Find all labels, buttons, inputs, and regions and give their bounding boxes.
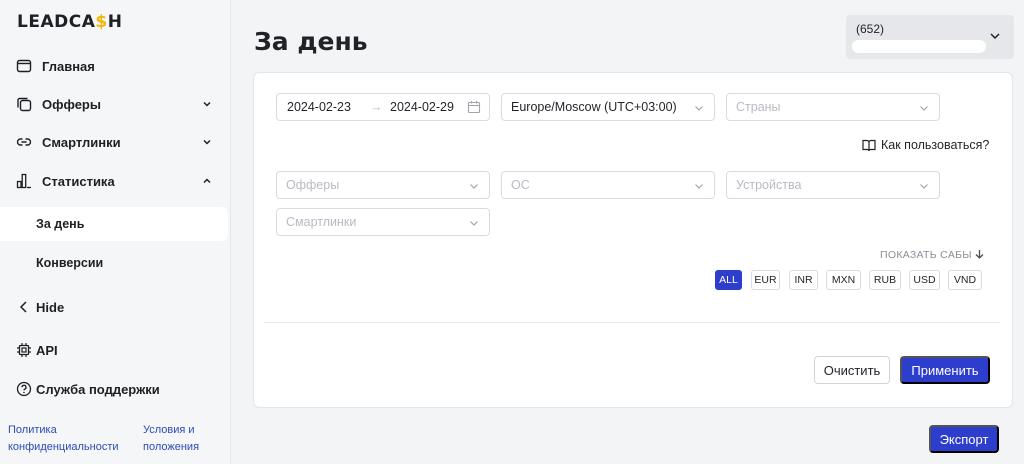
currency-inr[interactable]: INR (789, 270, 818, 290)
copy-icon (17, 97, 32, 112)
offers-placeholder: Офферы (286, 178, 340, 192)
chevron-down-icon (920, 106, 928, 111)
chevron-down-icon (695, 184, 703, 189)
filter-panel (253, 72, 1013, 408)
window-icon (16, 59, 32, 73)
chevron-down-icon (695, 106, 703, 111)
terms-line2: положения (143, 441, 200, 453)
countries-placeholder: Страны (736, 100, 781, 114)
chevron-down-icon (990, 33, 1000, 40)
terms-link[interactable]: Условия и положения (143, 422, 199, 456)
currency-usd[interactable]: USD (909, 270, 940, 290)
sidebar-item-api[interactable]: API (0, 333, 228, 367)
sidebar-subitem-conversions[interactable]: Конверсии (0, 246, 228, 280)
sidebar-item-label: Офферы (42, 96, 101, 112)
sidebar-item-label: Статистика (42, 173, 115, 189)
clear-button[interactable]: Очистить (814, 356, 890, 384)
privacy-policy-link[interactable]: Политика конфиденциальности (8, 422, 119, 456)
timezone-select[interactable]: Europe/Moscow (UTC+03:00) (501, 93, 715, 121)
os-placeholder: ОС (511, 178, 530, 192)
countries-select[interactable]: Страны (726, 93, 940, 121)
arrow-down-icon (975, 250, 984, 259)
smartlinks-placeholder: Смартлинки (286, 215, 357, 229)
smartlinks-select[interactable]: Смартлинки (276, 208, 490, 236)
currency-mxn[interactable]: MXN (826, 270, 861, 290)
how-to-use-label: Как пользоваться? (881, 138, 990, 152)
panel-divider (264, 322, 1000, 323)
chevron-down-icon (470, 221, 478, 226)
sidebar-subitem-label: Конверсии (36, 256, 104, 270)
sidebar-item-statistics[interactable]: Статистика (0, 164, 228, 198)
terms-line1: Условия и (143, 424, 195, 436)
date-range-picker[interactable]: 2024-02-23 → 2024-02-29 (276, 93, 490, 121)
chevron-up-icon (203, 178, 211, 184)
sidebar-item-support[interactable]: Служба поддержки (0, 372, 228, 406)
how-to-use-link[interactable]: Как пользоваться? (862, 138, 989, 152)
currency-all[interactable]: ALL (715, 270, 742, 290)
show-subs-toggle[interactable]: ПОКАЗАТЬ САБЫ (880, 249, 984, 261)
export-button[interactable]: Экспорт (929, 425, 999, 453)
currency-rub[interactable]: RUB (869, 270, 901, 290)
apply-button[interactable]: Применить (900, 356, 990, 384)
currency-eur[interactable]: EUR (751, 270, 780, 290)
os-select[interactable]: ОС (501, 171, 715, 199)
devices-placeholder: Устройства (736, 178, 802, 192)
account-selector[interactable]: (652) (846, 15, 1014, 59)
sidebar-item-home[interactable]: Главная (0, 49, 228, 83)
offers-select[interactable]: Офферы (276, 171, 490, 199)
sidebar-hide-toggle[interactable]: Hide (0, 290, 228, 324)
calendar-icon (467, 101, 481, 114)
chevron-down-icon (470, 184, 478, 189)
timezone-value: Europe/Moscow (UTC+03:00) (511, 100, 677, 114)
privacy-policy-line1: Политика (8, 424, 57, 436)
sidebar: LEADCA$H Главная Офферы Смартлинки Стати… (0, 0, 231, 464)
sidebar-item-label: Hide (36, 299, 65, 315)
sidebar-item-label: Служба поддержки (36, 381, 160, 397)
sidebar-item-smartlinks[interactable]: Смартлинки (0, 125, 228, 159)
logo[interactable]: LEADCA$H (17, 12, 122, 32)
sidebar-subitem-daily[interactable]: За день (0, 207, 228, 241)
account-name-bar (852, 40, 986, 53)
date-arrow: → (370, 100, 383, 114)
chevron-down-icon (920, 184, 928, 189)
date-to[interactable]: 2024-02-29 (390, 100, 454, 114)
sidebar-item-label: Смартлинки (42, 134, 121, 150)
link-icon (16, 138, 32, 146)
sidebar-item-label: API (36, 342, 58, 358)
chevron-down-icon (203, 101, 211, 107)
account-count: (652) (856, 22, 885, 36)
chevron-left-icon (19, 301, 27, 313)
sidebar-item-label: Главная (42, 58, 95, 74)
help-circle-icon (16, 381, 32, 397)
currency-vnd[interactable]: VND (948, 270, 982, 290)
page-title: За день (254, 27, 368, 56)
bar-chart-icon (16, 173, 31, 189)
book-icon (862, 139, 876, 151)
sidebar-subitem-label: За день (36, 217, 85, 231)
privacy-policy-line2: конфиденциальности (8, 441, 119, 453)
chip-icon (17, 343, 31, 357)
show-subs-label: ПОКАЗАТЬ САБЫ (880, 249, 972, 261)
date-from[interactable]: 2024-02-23 (287, 100, 351, 114)
devices-select[interactable]: Устройства (726, 171, 940, 199)
chevron-down-icon (203, 139, 211, 145)
sidebar-item-offers[interactable]: Офферы (0, 87, 228, 121)
